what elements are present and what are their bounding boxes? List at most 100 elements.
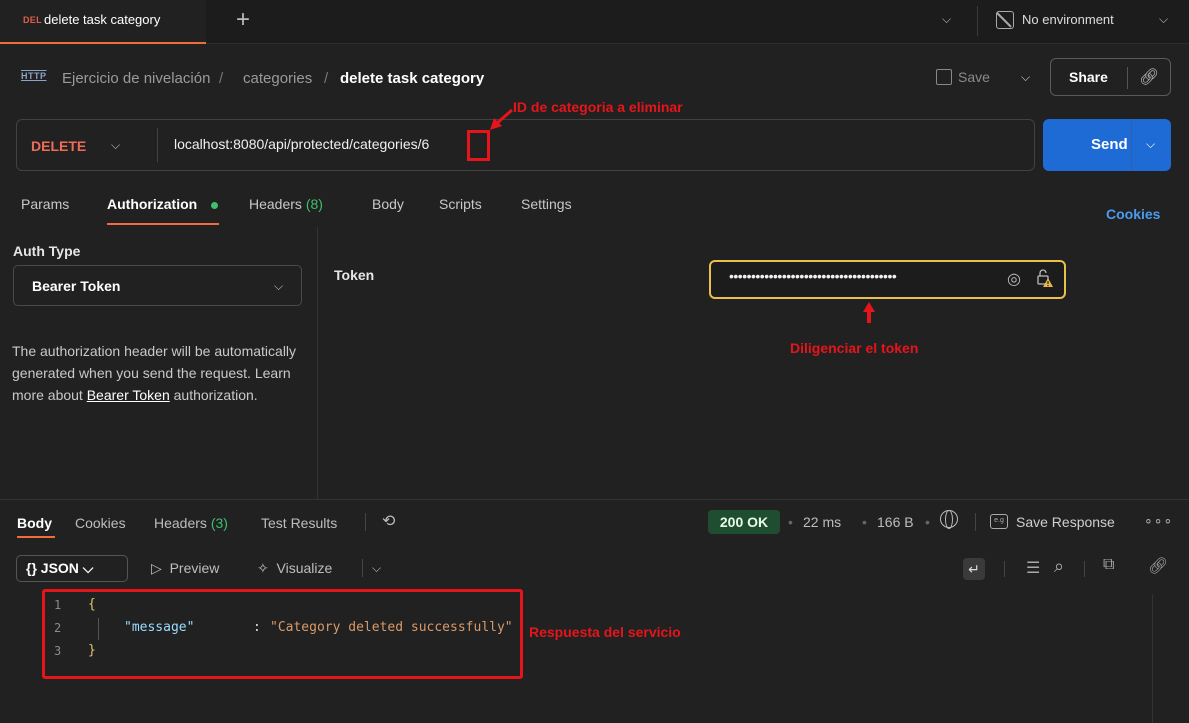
breadcrumb-request-name[interactable]: delete task category (340, 70, 484, 87)
auth-type-chevron-icon: ⌵ (274, 279, 284, 293)
visualize-icon: ✧ (257, 560, 269, 576)
auth-type-value: Bearer Token (32, 278, 121, 294)
response-tab-cookies[interactable]: Cookies (75, 515, 126, 531)
environment-selector[interactable]: No environment (1022, 12, 1114, 27)
tab-headers-count: (8) (305, 196, 323, 212)
response-tab-headers-label: Headers (154, 515, 207, 531)
method-divider (157, 128, 158, 162)
filter-icon[interactable]: ☰ (1026, 558, 1040, 578)
response-tab-headers[interactable]: Headers (3) (154, 515, 228, 531)
response-tab-test-results[interactable]: Test Results (261, 515, 337, 531)
tab-headers[interactable]: Headers (8) (249, 196, 323, 212)
http-icon: HTTP (21, 71, 47, 81)
response-time[interactable]: 22 ms (803, 514, 841, 530)
send-chevron-icon[interactable]: ⌵ (1146, 137, 1155, 152)
preview-button[interactable]: ▷ Preview (151, 560, 219, 577)
annotation-response-note: Respuesta del servicio (529, 624, 681, 640)
toolbar-divider (1004, 561, 1005, 577)
more-options-icon[interactable]: ∘∘∘ (1144, 512, 1173, 529)
tabs-dropdown-chevron-icon[interactable]: ⌵ (942, 12, 951, 27)
annotation-arrow-icon (863, 302, 875, 323)
annotation-id-note: ID de categoria a eliminar (513, 99, 683, 115)
history-icon[interactable]: ⟲ (382, 511, 395, 531)
preview-label: Preview (169, 560, 220, 576)
breadcrumb-collection[interactable]: Ejercicio de nivelación (62, 70, 210, 87)
status-badge[interactable]: 200 OK (708, 510, 780, 534)
share-divider (1127, 67, 1128, 89)
token-masked-value: •••••••••••••••••••••••••••••••••••••• (729, 268, 897, 284)
annotation-response-highlight (42, 589, 523, 679)
annotation-id-highlight (467, 130, 490, 161)
code-scrollbar[interactable] (1152, 594, 1153, 723)
annotation-arrow-icon (490, 108, 513, 130)
breadcrumb-separator: / (219, 70, 224, 87)
new-tab-plus-icon[interactable]: + (232, 7, 254, 35)
auth-panel-divider (317, 227, 318, 499)
tab-scripts[interactable]: Scripts (439, 196, 482, 212)
save-icon (936, 69, 952, 85)
environment-chevron-icon[interactable]: ⌵ (1159, 12, 1168, 27)
visualize-button[interactable]: ✧ Visualize (257, 560, 332, 577)
search-icon[interactable]: ⌕ (1054, 556, 1064, 577)
visualize-label: Visualize (276, 560, 333, 576)
response-size[interactable]: 166 B (877, 514, 914, 530)
lock-warning-icon[interactable] (1037, 268, 1053, 288)
bearer-token-link[interactable]: Bearer Token (87, 387, 170, 403)
tab-authorization[interactable]: Authorization (107, 196, 197, 212)
authorization-active-dot (211, 202, 218, 209)
share-button[interactable]: Share 🔗︎ (1050, 58, 1171, 96)
save-label: Save (958, 69, 990, 85)
save-response-icon[interactable]: e.g (990, 514, 1008, 529)
token-label: Token (334, 267, 375, 283)
tab-params[interactable]: Params (21, 196, 69, 212)
response-tabs-divider (365, 513, 366, 531)
response-divider (0, 499, 1189, 500)
save-button[interactable]: Save ⌵ (934, 62, 1040, 94)
response-tab-headers-count: (3) (210, 515, 228, 531)
response-tab-body[interactable]: Body (17, 515, 52, 531)
word-wrap-icon[interactable]: ↵ (963, 558, 985, 580)
send-label: Send (1091, 136, 1128, 153)
send-divider (1131, 119, 1132, 171)
link-icon[interactable]: 🔗︎ (1139, 67, 1159, 87)
auth-type-select[interactable]: Bearer Token ⌵ (13, 265, 302, 306)
visualize-chevron-icon[interactable]: ⌵ (372, 561, 381, 576)
breadcrumb-folder[interactable]: categories (243, 70, 312, 87)
cookies-link[interactable]: Cookies (1106, 206, 1160, 222)
no-environment-icon (996, 11, 1014, 29)
link-icon[interactable]: 🔗︎ (1148, 556, 1168, 576)
method-chevron-icon[interactable]: ⌵ (111, 138, 120, 153)
env-divider (977, 6, 978, 36)
response-format-select[interactable]: {} JSON ⌵ (16, 555, 128, 582)
copy-icon[interactable]: ⧉ (1103, 556, 1114, 574)
breadcrumb-separator: / (324, 70, 329, 87)
eye-icon[interactable]: ◎ (1007, 269, 1021, 289)
tab-body[interactable]: Body (372, 196, 404, 212)
meta-separator-dot: • (788, 514, 793, 530)
response-active-tab-underline (17, 536, 55, 538)
send-button[interactable]: Send ⌵ (1043, 119, 1171, 171)
url-input[interactable]: localhost:8080/api/protected/categories/… (174, 136, 429, 152)
globe-icon[interactable] (940, 510, 958, 529)
active-tab-underline (107, 223, 219, 225)
response-format-label: {} JSON ⌵ (26, 560, 94, 576)
play-icon: ▷ (151, 560, 162, 576)
meta-separator-dot: • (862, 514, 867, 530)
save-chevron-icon[interactable]: ⌵ (1021, 70, 1030, 85)
request-tab-delete-task-category[interactable]: DEL delete task category (0, 0, 206, 44)
annotation-token-note: Diligenciar el token (790, 340, 919, 356)
auth-description-tail: authorization. (173, 387, 258, 403)
save-response-button[interactable]: Save Response (1016, 514, 1115, 530)
visualize-divider (362, 559, 363, 577)
tab-headers-label: Headers (249, 196, 302, 212)
meta-separator-dot: • (925, 514, 930, 530)
tab-title: delete task category (44, 12, 161, 27)
tab-settings[interactable]: Settings (521, 196, 572, 212)
share-label: Share (1069, 69, 1108, 85)
auth-description: The authorization header will be automat… (12, 340, 308, 406)
token-input[interactable]: •••••••••••••••••••••••••••••••••••••• ◎ (709, 260, 1066, 299)
method-select[interactable]: DELETE (31, 138, 86, 154)
tab-method-badge: DEL (23, 15, 42, 25)
url-bar: DELETE ⌵ localhost:8080/api/protected/ca… (16, 119, 1035, 171)
auth-type-label: Auth Type (13, 243, 81, 259)
